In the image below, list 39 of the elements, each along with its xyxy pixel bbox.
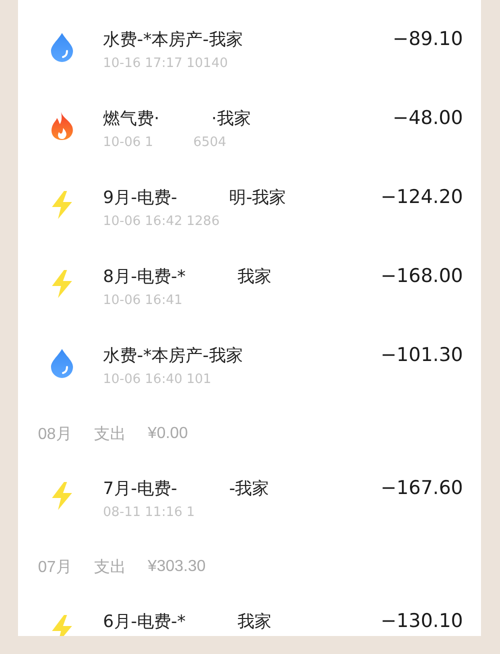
entry-amount: −124.20 (380, 186, 463, 208)
entry-title: 我家 (238, 266, 272, 288)
lightning-icon (49, 614, 75, 636)
month-label: 08月 (38, 424, 72, 444)
month-total: ¥303.30 (148, 558, 206, 576)
entry-amount: −130.10 (380, 610, 463, 632)
entry-title: 8月-电费-* (103, 266, 186, 288)
entry-detail: 10-06 16:41 (103, 292, 182, 310)
water-drop-icon (49, 348, 75, 378)
entry-amount: −48.00 (392, 107, 463, 129)
entry-amount: −89.10 (392, 28, 463, 50)
expense-label: 支出 (94, 424, 126, 444)
lightning-icon (49, 269, 75, 299)
entry-title: 水费-*本房产-我家 (103, 345, 243, 367)
entry-title: ·我家 (211, 108, 251, 130)
entry-title: 9月-电费- (103, 187, 178, 209)
entry-amount: −101.30 (380, 344, 463, 366)
lightning-icon (49, 481, 75, 511)
month-label: 07月 (38, 558, 72, 578)
entry-amount: −167.60 (380, 477, 463, 499)
entry-title: 6月-电费-* (103, 611, 186, 633)
entry-detail: 10-06 16:40 101 (103, 371, 212, 389)
entry-detail: 10-16 17:17 10140 (103, 55, 228, 73)
month-total: ¥0.00 (148, 425, 188, 443)
entry-title: 水费-*本房产-我家 (103, 29, 243, 51)
entry-title: -我家 (229, 478, 270, 500)
expense-label: 支出 (94, 558, 126, 578)
entry-detail: 6504 (193, 134, 226, 152)
entry-title: 7月-电费- (103, 478, 178, 500)
entry-title: 我家 (238, 611, 272, 633)
entry-detail: 10-06 16:42 1286 (103, 213, 220, 231)
entry-title: 燃气费· (103, 108, 160, 130)
entry-detail: 08-11 11:16 1 (103, 504, 195, 522)
water-drop-icon (49, 32, 75, 62)
entry-title: 明-我家 (229, 187, 286, 209)
flame-icon (49, 111, 75, 141)
lightning-icon (49, 190, 75, 220)
entry-amount: −168.00 (380, 265, 463, 287)
entry-detail: 10-06 1 (103, 134, 154, 152)
